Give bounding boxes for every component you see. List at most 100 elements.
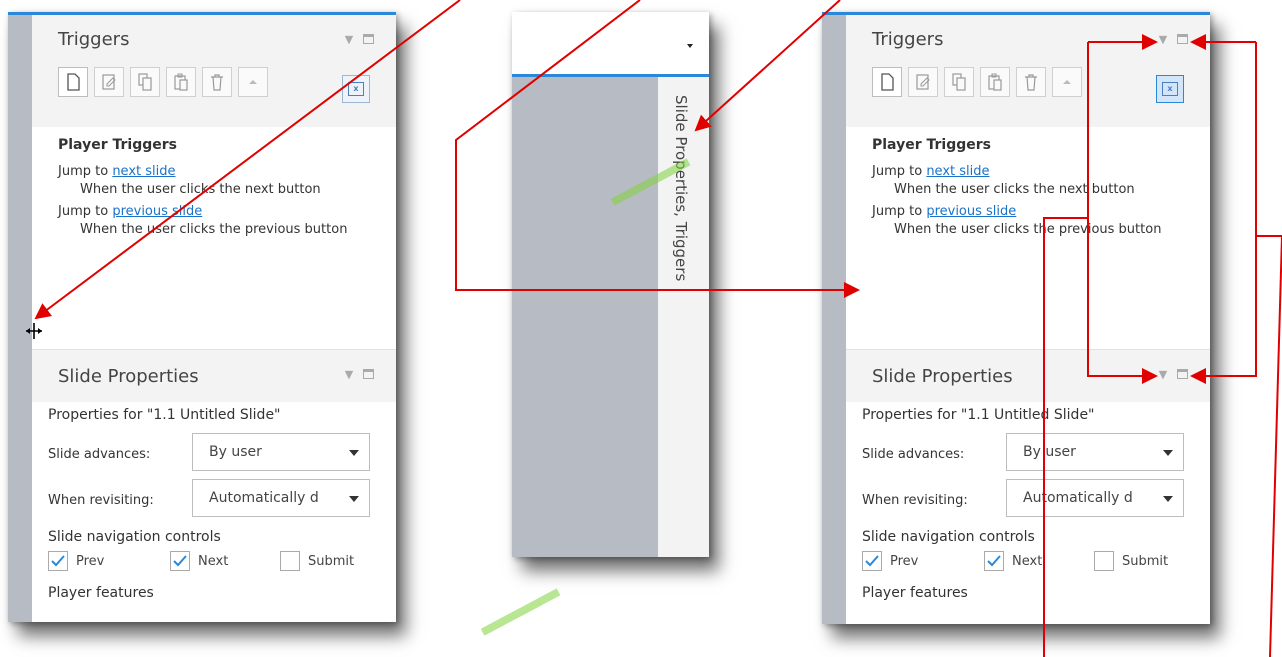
checkbox-label: Submit [308,553,355,569]
checkbox-box[interactable] [862,551,882,571]
trigger-condition: When the user clicks the previous button [80,222,348,237]
collapsed-top-bar [512,12,709,77]
annotation-arrow [694,0,841,132]
collapse-icon[interactable]: ▼ [342,33,356,47]
panel-gutter[interactable] [822,15,846,624]
slide-advances-dropdown[interactable]: By user [192,433,370,471]
new-trigger-icon[interactable] [58,67,88,97]
slide-properties-title: Slide Properties [58,366,199,387]
dropdown-value: Automatically d [209,490,319,506]
dropdown-value: By user [209,444,262,460]
dropdown-arrow-icon[interactable] [687,44,693,48]
checkbox-label: Next [1012,553,1043,569]
checkbox-box[interactable] [1094,551,1114,571]
annotation-line [1256,235,1282,657]
trigger-target-link[interactable]: previous slide [926,204,1016,219]
next-checkbox[interactable]: Next [170,551,228,571]
undock-icon[interactable] [1177,34,1188,44]
chevron-down-icon [1163,496,1173,502]
trigger-target-link[interactable]: next slide [112,164,175,179]
player-triggers-title: Player Triggers [58,137,177,153]
when-revisiting-label: When revisiting: [48,493,154,508]
trigger-target-link[interactable]: next slide [926,164,989,179]
trigger-condition: When the user clicks the previous button [894,222,1162,237]
slide-advances-label: Slide advances: [48,447,151,462]
undock-icon[interactable] [363,369,374,379]
triggers-title: Triggers [58,29,130,50]
checkbox-box[interactable] [984,551,1004,571]
collapse-icon[interactable]: ▼ [1156,33,1170,47]
when-revisiting-dropdown[interactable]: Automatically d [1006,479,1184,517]
when-revisiting-label: When revisiting: [862,493,968,508]
slide-properties-header: Slide Properties ▼ [32,349,396,402]
nav-controls-checkboxes: Prev Next Submit [862,551,1194,577]
dropdown-value: By user [1023,444,1076,460]
triggers-header: Triggers ▼ x [32,15,396,127]
trigger-target-link[interactable]: previous slide [112,204,202,219]
checkbox-box[interactable] [280,551,300,571]
trigger-item: Jump to previous slide [58,203,386,221]
trigger-action: Jump to [872,164,927,179]
move-cursor-icon [26,323,42,339]
copy-icon[interactable] [130,67,160,97]
checkbox-box[interactable] [48,551,68,571]
when-revisiting-row: When revisiting: Automatically d [48,479,380,525]
variables-button[interactable]: x [342,75,370,103]
next-checkbox[interactable]: Next [984,551,1042,571]
slide-properties-title: Slide Properties [872,366,1013,387]
variables-button[interactable]: x [1156,75,1184,103]
trigger-item: Jump to previous slide [872,203,1200,221]
when-revisiting-row: When revisiting: Automatically d [862,479,1194,525]
trigger-action: Jump to [872,204,927,219]
nav-controls-title: Slide navigation controls [862,529,1035,545]
checkbox-box[interactable] [170,551,190,571]
slide-properties-header: Slide Properties ▼ [846,349,1210,402]
paste-icon[interactable] [166,67,196,97]
collapse-icon[interactable]: ▼ [1156,368,1170,382]
collapse-icon[interactable]: ▼ [342,368,356,382]
prev-checkbox[interactable]: Prev [862,551,918,571]
move-up-icon[interactable] [238,67,268,97]
delete-icon[interactable] [1016,67,1046,97]
slide-properties-body: Properties for "1.1 Untitled Slide" Slid… [48,407,380,601]
edit-trigger-icon[interactable] [908,67,938,97]
trigger-item: Jump to next slide [872,163,1200,181]
nav-controls-title: Slide navigation controls [48,529,221,545]
chevron-down-icon [349,496,359,502]
variables-icon: x [1162,82,1178,96]
triggers-title: Triggers [872,29,944,50]
trigger-action: Jump to [58,164,113,179]
triggers-header: Triggers ▼ x [846,15,1210,127]
trigger-action: Jump to [58,204,113,219]
new-trigger-icon[interactable] [872,67,902,97]
screenshot-docked-panels-annotated: Triggers ▼ x Player Triggers Jump to nex… [822,12,1210,624]
chevron-down-icon [349,450,359,456]
player-triggers-title: Player Triggers [872,137,991,153]
undock-icon[interactable] [363,34,374,44]
properties-for-label: Properties for "1.1 Untitled Slide" [48,407,281,423]
slide-advances-dropdown[interactable]: By user [1006,433,1184,471]
edit-trigger-icon[interactable] [94,67,124,97]
undock-icon[interactable] [1177,369,1188,379]
paste-icon[interactable] [980,67,1010,97]
nav-controls-checkboxes: Prev Next Submit [48,551,380,577]
slide-advances-label: Slide advances: [862,447,965,462]
delete-icon[interactable] [202,67,232,97]
properties-for-label: Properties for "1.1 Untitled Slide" [862,407,1095,423]
triggers-content: Player Triggers Jump to next slide When … [872,137,1200,243]
copy-icon[interactable] [944,67,974,97]
move-up-icon[interactable] [1052,67,1082,97]
variables-icon: x [348,82,364,96]
player-features-title: Player features [48,585,154,601]
panel-gutter[interactable] [8,15,32,622]
checkbox-label: Next [198,553,229,569]
when-revisiting-dropdown[interactable]: Automatically d [192,479,370,517]
prev-checkbox[interactable]: Prev [48,551,104,571]
triggers-content: Player Triggers Jump to next slide When … [58,137,386,243]
slide-properties-body: Properties for "1.1 Untitled Slide" Slid… [862,407,1194,601]
submit-checkbox[interactable]: Submit [1094,551,1168,571]
checkbox-label: Submit [1122,553,1169,569]
trigger-condition: When the user clicks the next button [80,182,321,197]
submit-checkbox[interactable]: Submit [280,551,354,571]
triggers-panel: Triggers ▼ x Player Triggers Jump to nex… [846,15,1210,624]
